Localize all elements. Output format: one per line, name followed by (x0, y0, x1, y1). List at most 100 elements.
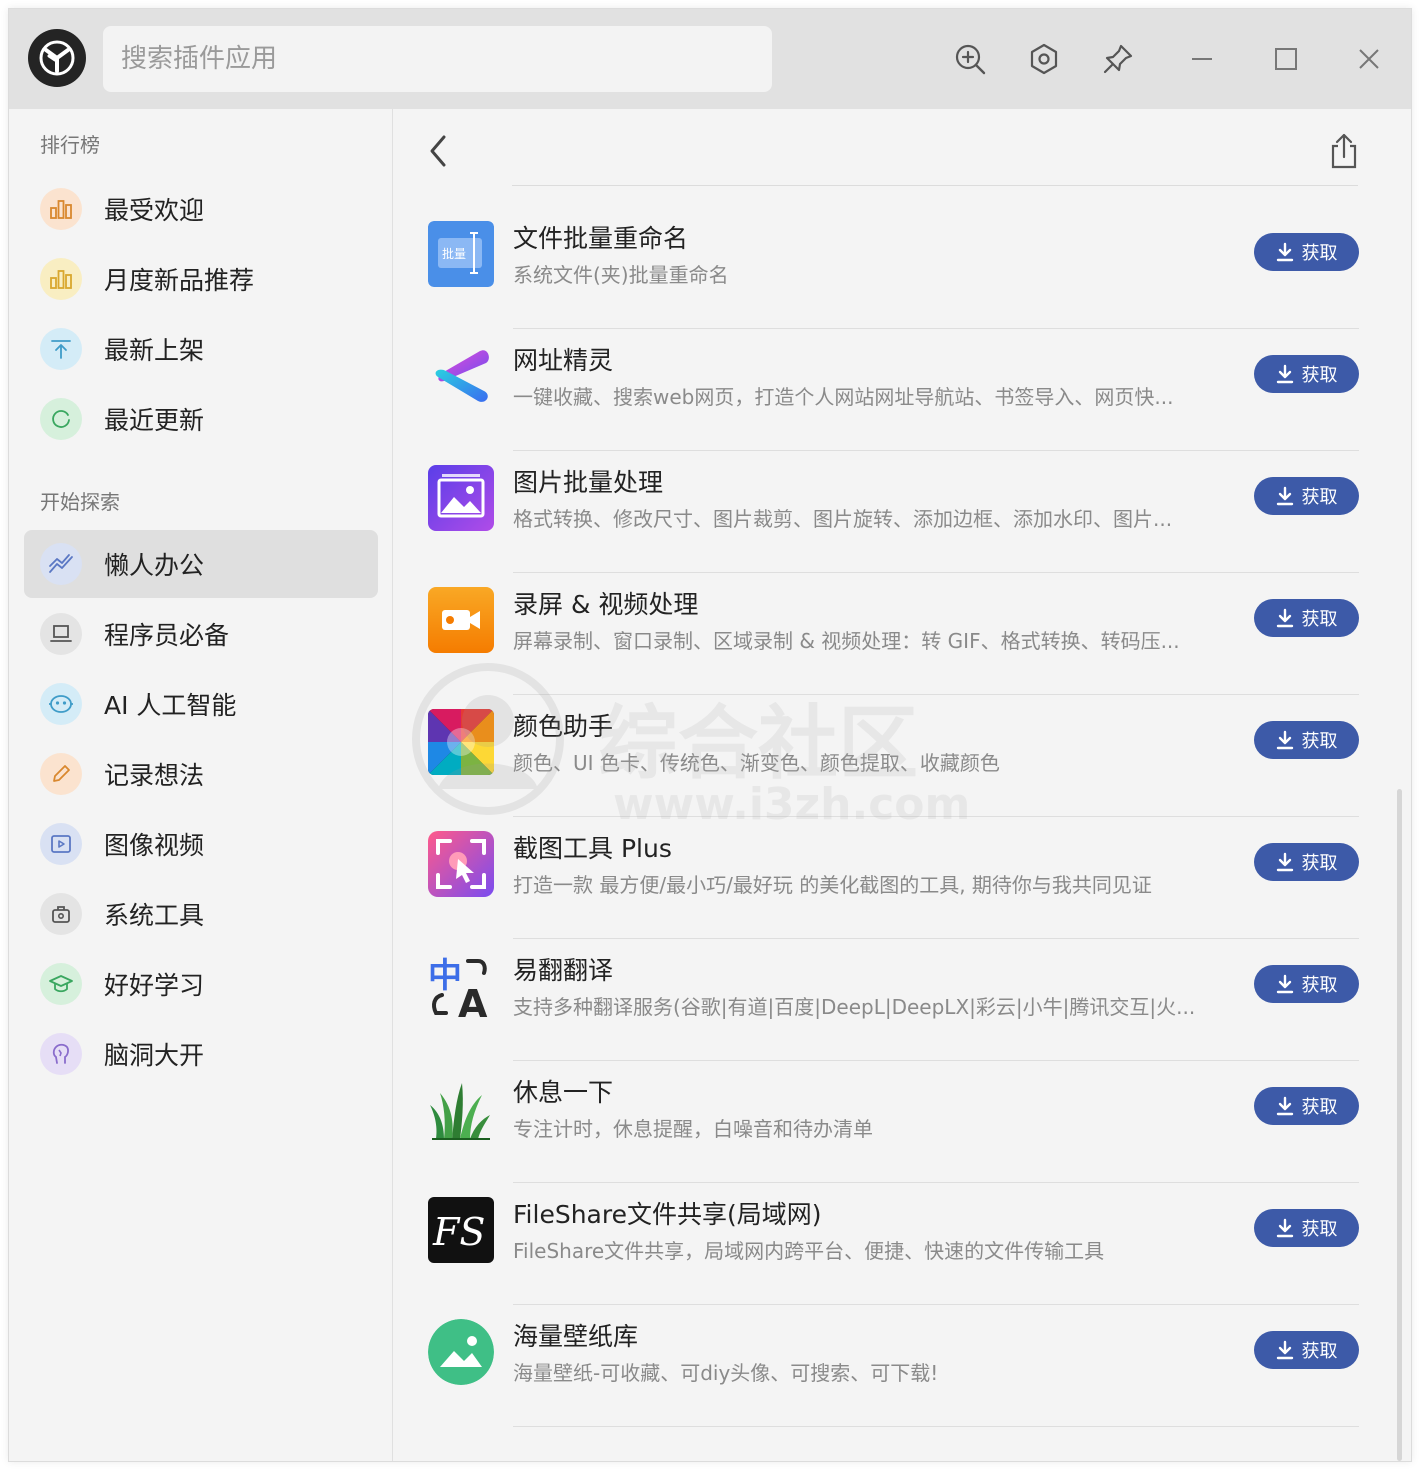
app-name: 海量壁纸库 (513, 1322, 639, 1351)
get-label: 获取 (1301, 609, 1338, 630)
get-button[interactable]: 获取 (1254, 233, 1359, 271)
list-item[interactable]: 截图工具 Plus 打造一款 最方便/最小巧/最好玩 的美化截图的工具, 期待你… (424, 819, 1364, 941)
icon-text: 批量 (442, 246, 466, 261)
get-button[interactable]: 获取 (1254, 599, 1359, 637)
divider (513, 572, 1359, 573)
list-item[interactable]: FS FileShare文件共享(局域网) FileShare文件共享，局域网内… (424, 1185, 1364, 1307)
divider (513, 1182, 1359, 1183)
list-item[interactable]: 图片批量处理 格式转换、修改尺寸、图片裁剪、图片旋转、添加边框、添加水印、图片.… (424, 453, 1364, 575)
sidebar-item-image-video[interactable]: 图像视频 (24, 810, 378, 878)
scrollbar[interactable] (1397, 789, 1402, 1461)
app-desc: 打造一款 最方便/最小巧/最好玩 的美化截图的工具, 期待你与我共同见证 (513, 873, 1152, 897)
sidebar-item-programmer[interactable]: 程序员必备 (24, 600, 378, 668)
zoom-in-icon[interactable] (948, 37, 992, 81)
app-name: 易翻翻译 (513, 956, 614, 985)
get-button[interactable]: 获取 (1254, 965, 1359, 1003)
sidebar-item-popular[interactable]: 最受欢迎 (24, 175, 378, 243)
app-desc: 屏幕录制、窗口录制、区域录制 & 视频处理：转 GIF、格式转换、转码压... (513, 629, 1180, 653)
color-wheel-icon (428, 709, 494, 775)
sidebar-item-system-tools[interactable]: 系统工具 (24, 880, 378, 948)
pencil-icon (40, 753, 82, 795)
trend-chart-icon (40, 543, 82, 585)
bar-chart-icon (40, 188, 82, 230)
app-desc: 支持多种翻译服务(谷歌|有道|百度|DeepL|DeepLX|彩云|小牛|腾讯交… (513, 995, 1196, 1019)
sidebar-item-label: 记录想法 (104, 761, 205, 790)
divider (513, 1426, 1359, 1427)
app-name: 文件批量重命名 (513, 224, 689, 253)
pin-icon[interactable] (1096, 37, 1140, 81)
batch-rename-icon: 批量 (428, 221, 494, 287)
url-wizard-icon (428, 343, 494, 409)
sidebar-item-notes[interactable]: 记录想法 (24, 740, 378, 808)
list-item[interactable]: 网址精灵 一键收藏、搜索web网页，打造个人网站网址导航站、书签导入、网页快..… (424, 331, 1364, 453)
logo-icon (39, 40, 75, 76)
sidebar-item-ai[interactable]: AI 人工智能 (24, 670, 378, 738)
list-item[interactable]: 录屏 & 视频处理 屏幕录制、窗口录制、区域录制 & 视频处理：转 GIF、格式… (424, 575, 1364, 697)
app-desc: 专注计时，休息提醒，白噪音和待办清单 (513, 1117, 873, 1141)
brain-icon (40, 1033, 82, 1075)
get-button[interactable]: 获取 (1254, 843, 1359, 881)
section-title-ranking: 排行榜 (40, 133, 100, 157)
sidebar-item-brainstorm[interactable]: 脑洞大开 (24, 1020, 378, 1088)
sidebar-item-study[interactable]: 好好学习 (24, 950, 378, 1018)
translate-icon: 中A (428, 953, 494, 1019)
get-button[interactable]: 获取 (1254, 355, 1359, 393)
app-logo[interactable] (28, 29, 86, 87)
minimize-icon[interactable] (1180, 37, 1224, 81)
chevron-left-icon (430, 135, 446, 167)
app-name: 颜色助手 (513, 712, 614, 741)
sidebar-item-label: 程序员必备 (104, 621, 230, 650)
sidebar: 排行榜 最受欢迎 月度新品推荐 最新上架 最近更新 开始探索 懒人办公 程序员必… (9, 109, 393, 1461)
list-item[interactable]: 批量 文件批量重命名 系统文件(夹)批量重命名 获取 (424, 209, 1364, 331)
maximize-icon[interactable] (1264, 37, 1308, 81)
screenshot-tool-icon (428, 831, 494, 897)
list-item[interactable]: 颜色助手 颜色、UI 色卡、传统色、渐变色、颜色提取、收藏颜色 获取 (424, 697, 1364, 819)
upload-arrow-icon (40, 328, 82, 370)
search-input[interactable] (103, 26, 772, 92)
sidebar-item-monthly-new[interactable]: 月度新品推荐 (24, 245, 378, 313)
get-button[interactable]: 获取 (1254, 1331, 1359, 1369)
sidebar-item-label: AI 人工智能 (104, 691, 237, 720)
app-desc: FileShare文件共享，局域网内跨平台、便捷、快速的文件传输工具 (513, 1239, 1105, 1263)
sidebar-item-label: 最近更新 (104, 406, 205, 435)
graduation-cap-icon (40, 963, 82, 1005)
icon-text: 中 (428, 956, 462, 996)
sidebar-item-label: 最新上架 (104, 336, 205, 365)
image-batch-icon (428, 465, 494, 531)
list-item[interactable]: 海量壁纸库 海量壁纸-可收藏、可diy头像、可搜索、可下载! 获取 (424, 1307, 1364, 1429)
app-window: 排行榜 最受欢迎 月度新品推荐 最新上架 最近更新 开始探索 (8, 8, 1412, 1462)
close-icon[interactable] (1347, 37, 1391, 81)
sidebar-item-newest[interactable]: 最新上架 (24, 315, 378, 383)
download-icon (1276, 974, 1293, 994)
sidebar-item-lazy-office[interactable]: 懒人办公 (24, 530, 378, 598)
divider (513, 816, 1359, 817)
back-button[interactable] (418, 129, 458, 173)
get-button[interactable]: 获取 (1254, 1209, 1359, 1247)
divider (513, 1060, 1359, 1061)
share-button[interactable] (1322, 129, 1366, 173)
get-button[interactable]: 获取 (1254, 721, 1359, 759)
get-button[interactable]: 获取 (1254, 477, 1359, 515)
download-icon (1276, 1218, 1293, 1238)
fileshare-icon: FS (428, 1197, 494, 1263)
app-name: 休息一下 (513, 1078, 614, 1107)
download-icon (1276, 1340, 1293, 1360)
main-content: 批量 文件批量重命名 系统文件(夹)批量重命名 获取 网址精灵 一键收藏、搜索w… (394, 109, 1411, 1461)
sidebar-item-label: 脑洞大开 (104, 1041, 205, 1070)
get-label: 获取 (1301, 243, 1338, 264)
bar-chart-icon (40, 258, 82, 300)
download-icon (1276, 242, 1293, 262)
get-button[interactable]: 获取 (1254, 1087, 1359, 1125)
get-label: 获取 (1301, 1219, 1338, 1240)
get-label: 获取 (1301, 975, 1338, 996)
settings-hexagon-icon[interactable] (1022, 37, 1066, 81)
refresh-icon (40, 398, 82, 440)
list-item[interactable]: 中A 易翻翻译 支持多种翻译服务(谷歌|有道|百度|DeepL|DeepLX|彩… (424, 941, 1364, 1063)
download-icon (1276, 486, 1293, 506)
app-desc: 颜色、UI 色卡、传统色、渐变色、颜色提取、收藏颜色 (513, 751, 1000, 775)
list-item[interactable]: 休息一下 专注计时，休息提醒，白噪音和待办清单 获取 (424, 1063, 1364, 1185)
wallpaper-icon (428, 1319, 494, 1385)
sidebar-item-recent-update[interactable]: 最近更新 (24, 385, 378, 453)
app-desc: 一键收藏、搜索web网页，打造个人网站网址导航站、书签导入、网页快... (513, 385, 1174, 409)
divider (513, 450, 1359, 451)
